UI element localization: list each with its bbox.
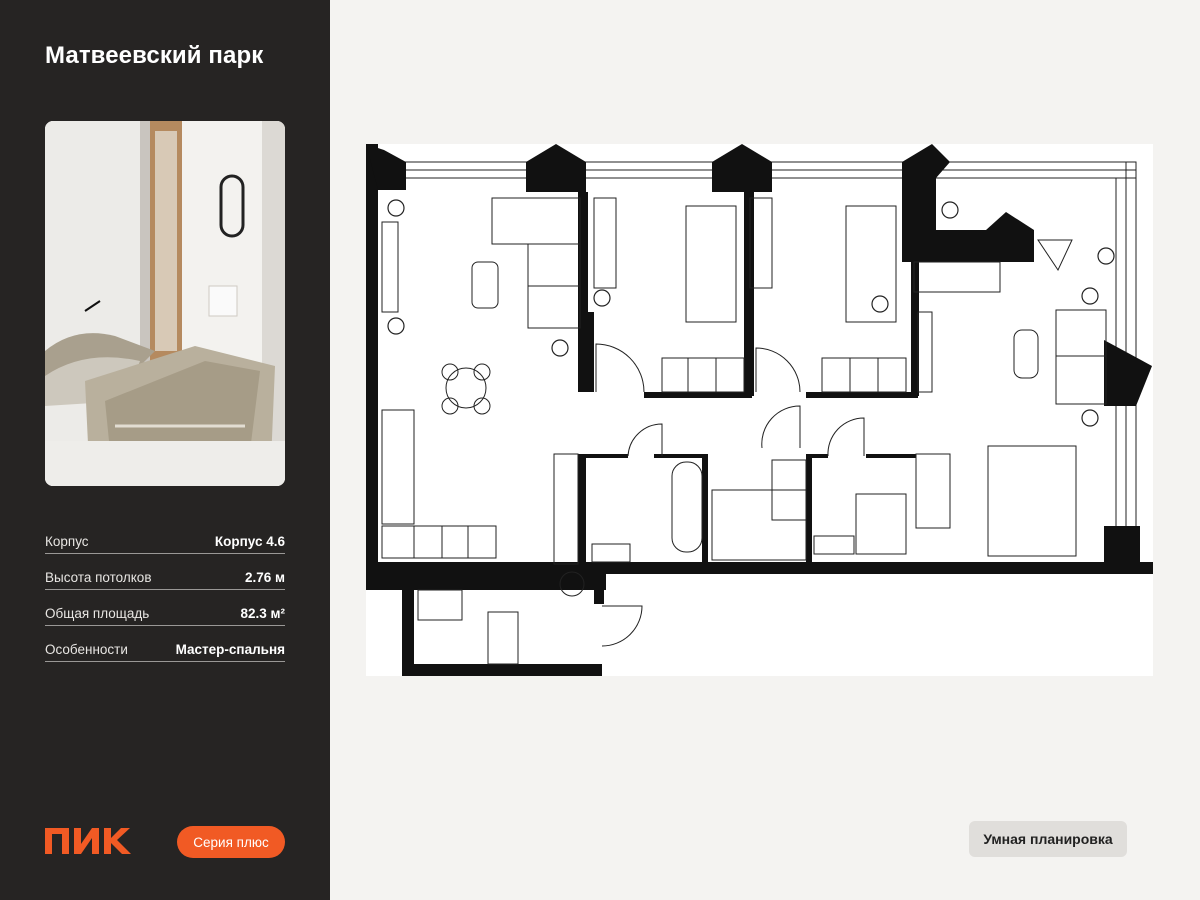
spec-label: Общая площадь (45, 606, 150, 621)
series-badge[interactable]: Серия плюс (177, 826, 285, 858)
spec-ceiling-height: Высота потолков 2.76 м (45, 554, 285, 590)
project-title: Матвеевский парк (45, 42, 264, 69)
spec-value: Корпус 4.6 (214, 534, 285, 549)
pik-logo-icon (45, 828, 131, 854)
spec-building: Корпус Корпус 4.6 (45, 518, 285, 554)
spec-total-area: Общая площадь 82.3 м² (45, 590, 285, 626)
spec-label: Особенности (45, 642, 128, 657)
spec-label: Корпус (45, 534, 89, 549)
bedroom-photo (45, 121, 285, 486)
floor-plan (366, 144, 1153, 676)
specs-list: Корпус Корпус 4.6 Высота потолков 2.76 м… (45, 518, 285, 662)
spec-value: Мастер-спальня (175, 642, 285, 657)
spec-value: 82.3 м² (240, 606, 285, 621)
spec-label: Высота потолков (45, 570, 152, 585)
smart-layout-button[interactable]: Умная планировка (969, 821, 1127, 857)
bedroom-photo-illustration (45, 121, 285, 486)
spec-features: Особенности Мастер-спальня (45, 626, 285, 662)
sidebar: Матвеевский парк Корпус Корпус 4.6 Высот… (0, 0, 330, 900)
spec-value: 2.76 м (244, 570, 285, 585)
